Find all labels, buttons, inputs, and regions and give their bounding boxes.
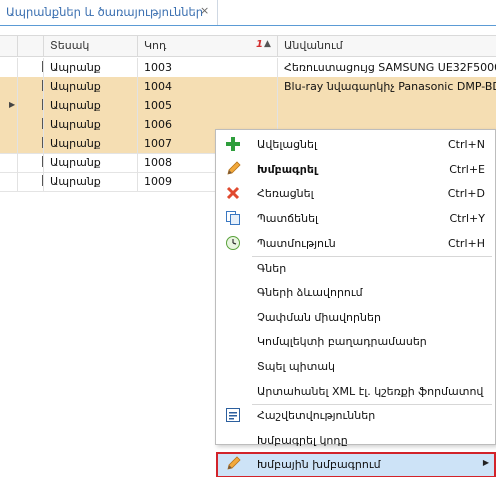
menu-item-label: Խմբային խմբագրում: [257, 458, 381, 472]
menu-item-shortcut: Ctrl+D: [447, 187, 485, 201]
menu-item-label: Գների ձևավորում: [257, 286, 363, 300]
menu-item-1[interactable]: Ավելացնել Ctrl+N: [217, 133, 495, 157]
menu-item-shortcut: Ctrl+N: [447, 138, 485, 151]
type-cell: Ապրանք: [43, 153, 137, 172]
menu-item-14[interactable]: Խմբային խմբագրում ▶: [216, 452, 496, 477]
header-name[interactable]: Անվանում: [277, 36, 496, 56]
menu-item-9[interactable]: Կոմպլեկտի բաղադրամասեր: [217, 330, 495, 354]
menu-item-7[interactable]: Գների ձևավորում: [217, 281, 495, 305]
menu-item-label: Ավելացնել: [257, 138, 317, 151]
code-cell: 1004: [137, 77, 277, 96]
copy-icon: [225, 210, 241, 226]
tab-products-services[interactable]: Ապրանքներ և ծառայություններ ×: [0, 0, 218, 25]
menu-item-3[interactable]: Հեռացնել Ctrl+D: [217, 182, 495, 206]
context-menu: Ավելացնել Ctrl+N Խմբագրել Ctrl+E Հեռացնել Ctr…: [215, 129, 496, 477]
code-cell: 1003: [137, 58, 277, 77]
header-check-column[interactable]: [17, 36, 43, 56]
type-cell: Ապրանք: [43, 115, 137, 134]
table-row[interactable]: Ապրանք 1003 Հեռուստացույց SAMSUNG UE32F500…: [0, 58, 496, 78]
menu-item-label: Խմբագրել: [257, 162, 318, 176]
type-cell: Ապրանք: [43, 172, 137, 191]
menu-item-label: Հեռացնել: [257, 187, 314, 201]
check-cell[interactable]: [17, 58, 43, 77]
code-cell: 1005: [137, 96, 277, 115]
tab-strip: Ապրանքներ և ծառայություններ ×: [0, 0, 496, 26]
pencil-icon: [225, 161, 241, 177]
table-row[interactable]: ✓Ապրանք1004Blu-ray նվագարկիչ Panasonic D…: [0, 77, 496, 97]
menu-item-label: Հաշվետվություններ: [257, 409, 376, 423]
plus-icon: [225, 136, 241, 152]
menu-item-4[interactable]: Պատճենել Ctrl+Y: [217, 207, 495, 231]
delete-x-icon: [225, 185, 241, 201]
check-cell[interactable]: [17, 153, 43, 172]
current-row-indicator-icon: ▶: [9, 100, 16, 109]
header-type[interactable]: Տեսակ: [43, 36, 137, 56]
sort-ascending-icon: ▲: [264, 39, 271, 49]
header-indicator-column: [0, 36, 17, 56]
menu-item-6[interactable]: Գներ: [217, 257, 495, 281]
history-icon: [225, 235, 241, 251]
menu-item-label: Կոմպլեկտի բաղադրամասեր: [257, 335, 427, 349]
menu-item-shortcut: Ctrl+Y: [449, 211, 485, 225]
menu-item-label: Պատմություն: [257, 236, 336, 250]
check-cell[interactable]: ✓: [17, 77, 43, 96]
check-cell[interactable]: [17, 172, 43, 191]
check-cell[interactable]: ✓: [17, 134, 43, 153]
menu-item-8[interactable]: Չափման միավորներ: [217, 306, 495, 330]
menu-item-label: Գներ: [257, 261, 287, 275]
menu-item-5[interactable]: Պատմություն Ctrl+H: [217, 232, 495, 256]
menu-item-shortcut: Ctrl+H: [447, 236, 485, 250]
type-cell: Ապրանք: [43, 134, 137, 153]
report-icon: [225, 407, 241, 423]
menu-item-11[interactable]: Արտահանել XML էլ. կշեռքի ֆորմատով: [217, 380, 495, 404]
name-cell: Հեռուստացույց SAMSUNG UE32F5000A: [277, 58, 496, 77]
submenu-arrow-icon: ▶: [482, 458, 489, 468]
type-cell: Ապրանք: [43, 58, 137, 77]
menu-item-2[interactable]: Խմբագրել Ctrl+E: [217, 158, 495, 182]
name-cell: Blu-ray նվագարկիչ Panasonic DMP-BD: [277, 77, 496, 96]
menu-item-12[interactable]: Հաշվետվություններ: [217, 404, 495, 428]
menu-item-label: Չափման միավորներ: [257, 310, 381, 324]
tab-title: Ապրանքներ և ծառայություններ: [6, 5, 204, 19]
check-cell[interactable]: ✓: [17, 115, 43, 134]
menu-item-10[interactable]: Տպել պիտակ: [217, 355, 495, 379]
type-cell: Ապրանք: [43, 77, 137, 96]
menu-item-13[interactable]: Խմբագրել կոդը: [217, 429, 495, 453]
menu-item-label: Պատճենել: [257, 211, 319, 225]
menu-item-shortcut: Ctrl+E: [449, 162, 485, 176]
type-cell: Ապրանք: [43, 96, 137, 115]
grid-header: Տեսակ Կոդ 1 ▲ Անվանում: [0, 35, 496, 57]
check-cell[interactable]: ✓: [17, 96, 43, 115]
sort-order-badge: 1: [256, 39, 263, 50]
menu-item-label: Տպել պիտակ: [257, 359, 336, 373]
menu-item-label: Արտահանել XML էլ. կշեռքի ֆորմատով: [257, 384, 484, 398]
table-row[interactable]: ▶✓Ապրանք1005: [0, 96, 496, 116]
pencil-icon: [225, 456, 241, 472]
close-icon[interactable]: ×: [200, 4, 209, 17]
name-cell: [277, 96, 496, 115]
